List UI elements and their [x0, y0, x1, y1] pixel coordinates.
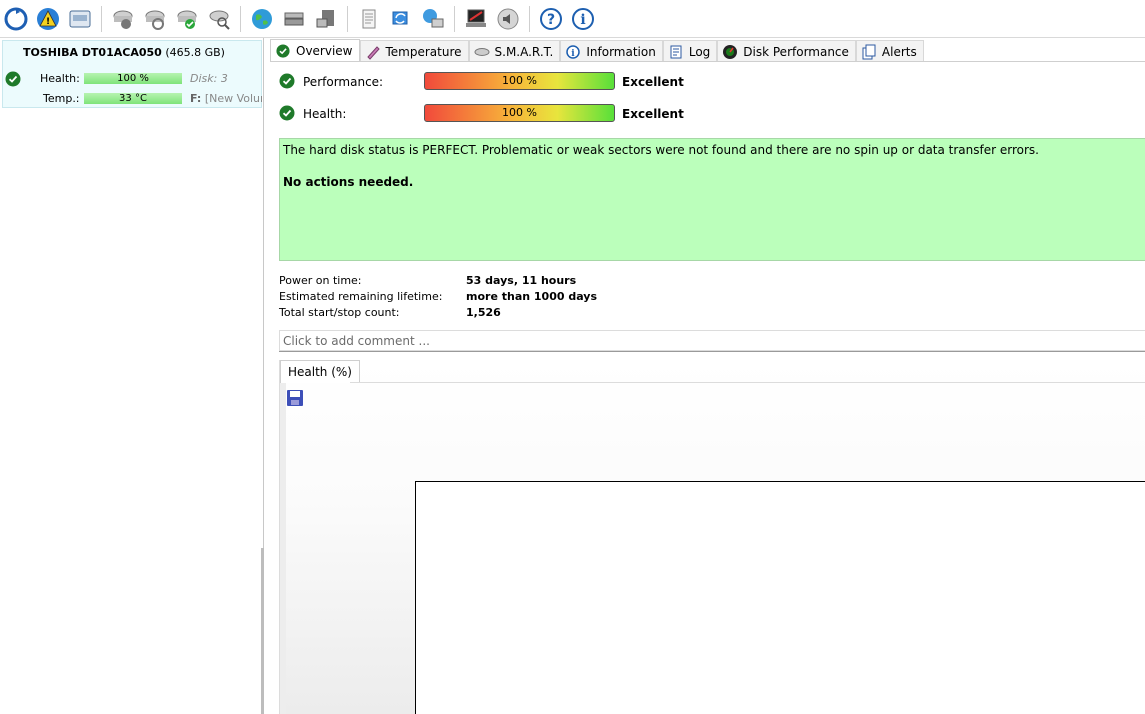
toolbar: ! ? i	[0, 0, 1145, 38]
tab-label: Log	[688, 44, 711, 59]
svg-text:?: ?	[547, 12, 555, 28]
disk-ok-icon[interactable]	[174, 6, 200, 32]
disk-number: Disk: 3	[190, 72, 228, 85]
startstop-value: 1,526	[466, 306, 501, 319]
tab-smart[interactable]: S.M.A.R.T.	[468, 40, 561, 62]
network-icon[interactable]	[420, 6, 446, 32]
svg-text:!: !	[46, 17, 50, 27]
disk-health-bar: 100 %	[84, 73, 182, 84]
check-icon	[275, 43, 291, 59]
divider	[279, 351, 1145, 352]
chart-tab-underline	[350, 382, 1145, 383]
refresh-icon[interactable]	[3, 6, 29, 32]
info-icon[interactable]: i	[570, 6, 596, 32]
performance-status: Excellent	[622, 75, 684, 89]
toolbar-separator	[454, 5, 455, 32]
toolbar-separator	[529, 5, 530, 32]
health-bar: 100 %	[424, 104, 615, 122]
splitter-handle[interactable]	[261, 548, 264, 714]
tab-information[interactable]: i Information	[560, 40, 663, 62]
help-icon[interactable]: ?	[538, 6, 564, 32]
lifetime-value: more than 1000 days	[466, 290, 598, 303]
tab-disk-performance[interactable]: Disk Performance	[717, 40, 856, 62]
comment-input[interactable]: Click to add comment ...	[279, 330, 1145, 351]
tab-health-chart[interactable]: Health (%)	[280, 360, 360, 383]
sync-icon[interactable]	[388, 6, 414, 32]
tab-label: Overview	[296, 44, 353, 58]
startstop-label: Total start/stop count:	[279, 306, 400, 319]
disk-health-label: Health:	[40, 72, 80, 85]
disk-size: (465.8 GB)	[165, 46, 225, 59]
disk-list-pane: TOSHIBA DT01ACA050 (465.8 GB) Health: 10…	[0, 38, 264, 714]
hard-disk-icon[interactable]	[67, 6, 93, 32]
alerts-icon	[861, 44, 877, 60]
tab-temperature[interactable]: Temperature	[359, 40, 469, 62]
toolbar-separator	[347, 5, 348, 32]
disk-temp-bar: 33 °C	[84, 93, 182, 104]
performance-label: Performance:	[303, 75, 384, 89]
tab-label: Information	[586, 44, 656, 59]
tab-label: Alerts	[881, 44, 917, 59]
status-message-box: The hard disk status is PERFECT. Problem…	[279, 138, 1145, 261]
svg-text:i: i	[572, 49, 576, 59]
tab-bar: Overview Temperature S.M.A.R.T. i Inform…	[270, 39, 924, 62]
toolbar-separator	[101, 5, 102, 32]
disk-alert-icon[interactable]	[110, 6, 136, 32]
gauge-icon	[722, 44, 738, 60]
check-icon	[5, 71, 21, 90]
disk-volume: F: [New Volum	[190, 92, 262, 105]
disk-search-icon[interactable]	[206, 6, 232, 32]
warning-icon[interactable]: !	[35, 6, 61, 32]
save-icon[interactable]	[285, 388, 305, 408]
document-icon[interactable]	[356, 6, 382, 32]
toolbar-separator	[240, 5, 241, 32]
disk-model: TOSHIBA DT01ACA050	[23, 46, 162, 59]
power-on-label: Power on time:	[279, 274, 362, 287]
health-chart-plot	[415, 481, 1145, 714]
drive-icon[interactable]	[313, 6, 339, 32]
lifetime-label: Estimated remaining lifetime:	[279, 290, 443, 303]
status-message: The hard disk status is PERFECT. Problem…	[283, 143, 1039, 157]
tab-alerts[interactable]: Alerts	[855, 40, 924, 62]
chart-margin	[280, 383, 286, 714]
overview-panel: Performance: 100 % Excellent Health: 100…	[270, 62, 1145, 714]
info-icon: i	[565, 44, 581, 60]
health-label: Health:	[303, 107, 347, 121]
tab-label: S.M.A.R.T.	[494, 44, 554, 59]
check-icon	[279, 73, 295, 92]
health-status: Excellent	[622, 107, 684, 121]
thermometer-icon	[365, 44, 381, 60]
smart-icon	[474, 44, 490, 60]
log-icon	[668, 44, 684, 60]
speaker-icon[interactable]	[495, 6, 521, 32]
svg-text:i: i	[580, 12, 585, 28]
health-chart-area: Health (%)	[279, 360, 1145, 714]
disk-temp-label: Temp.:	[43, 92, 80, 105]
power-on-value: 53 days, 11 hours	[466, 274, 577, 287]
server-icon[interactable]	[281, 6, 307, 32]
performance-bar: 100 %	[424, 72, 615, 90]
volume-name: [New Volum	[204, 92, 262, 105]
tab-overview[interactable]: Overview	[270, 39, 360, 62]
tab-label: Temperature	[385, 44, 462, 59]
globe-icon[interactable]	[249, 6, 275, 32]
action-message: No actions needed.	[283, 175, 414, 189]
check-icon	[279, 105, 295, 124]
disk-title: TOSHIBA DT01ACA050 (465.8 GB)	[23, 46, 225, 59]
laptop-icon[interactable]	[463, 6, 489, 32]
disk-list-item[interactable]: TOSHIBA DT01ACA050 (465.8 GB) Health: 10…	[2, 40, 262, 108]
tab-log[interactable]: Log	[662, 40, 718, 62]
disk-refresh-icon[interactable]	[142, 6, 168, 32]
tab-label: Disk Performance	[743, 44, 849, 59]
volume-letter: F:	[190, 92, 202, 105]
